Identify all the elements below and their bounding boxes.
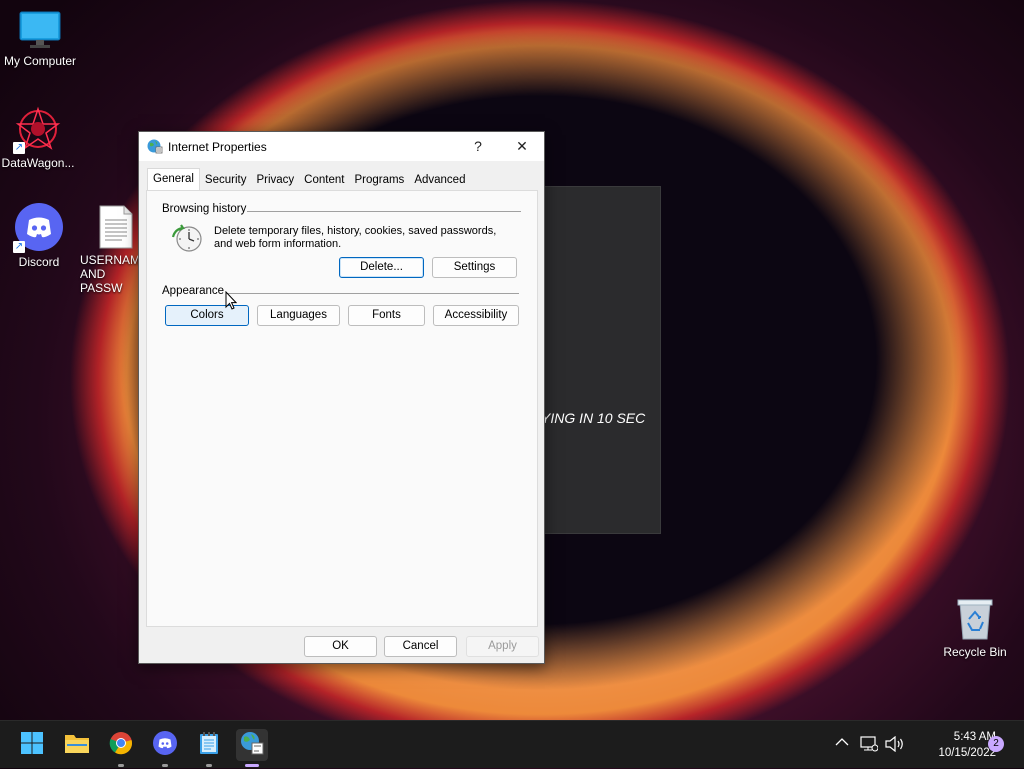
shortcut-arrow-icon: ↗ xyxy=(13,142,25,154)
desktop-icon-label: Recycle Bin xyxy=(943,645,1007,659)
chrome-icon xyxy=(109,731,133,760)
internet-options-icon xyxy=(147,138,163,154)
chevron-up-icon xyxy=(835,737,849,750)
help-button[interactable]: ? xyxy=(456,132,500,161)
show-hidden-icons-button[interactable] xyxy=(833,721,853,769)
clock-time: 5:43 AM xyxy=(953,731,996,743)
taskbar-file-explorer[interactable] xyxy=(61,729,93,761)
running-indicator xyxy=(245,764,259,767)
desktop-icon-label: My Computer xyxy=(3,54,77,68)
languages-button[interactable]: Languages xyxy=(257,305,340,326)
mouse-cursor-icon xyxy=(225,290,238,311)
clock-date: 10/15/2022 xyxy=(938,747,996,759)
accessibility-button[interactable]: Accessibility xyxy=(433,305,519,326)
browsing-history-description: Delete temporary files, history, cookies… xyxy=(214,225,497,250)
text-file-icon xyxy=(98,205,134,249)
datawagon-logo-icon: ↗ xyxy=(13,106,61,154)
discord-icon: ↗ xyxy=(13,203,63,253)
running-indicator xyxy=(206,764,212,767)
cancel-button[interactable]: Cancel xyxy=(384,636,457,657)
desktop-icon-my-computer[interactable]: My Computer xyxy=(0,10,80,68)
desktop-icon-credentials-file[interactable]: USERNAM AND PASSW xyxy=(76,205,142,295)
monitor-icon xyxy=(18,10,62,50)
tab-content[interactable]: Content xyxy=(299,170,349,190)
taskbar-internet-properties[interactable] xyxy=(236,729,268,767)
ok-button[interactable]: OK xyxy=(304,636,377,657)
recycle-bin-icon xyxy=(955,597,995,641)
start-icon xyxy=(20,731,44,760)
clock[interactable]: 5:43 AM 10/15/2022 xyxy=(914,729,996,761)
tab-programs[interactable]: Programs xyxy=(349,170,409,190)
appearance-heading: Appearance xyxy=(162,285,225,297)
internet-properties-icon xyxy=(240,731,264,760)
desktop-icon-recycle-bin[interactable]: Recycle Bin xyxy=(935,597,1015,659)
section-divider xyxy=(247,211,521,212)
taskbar: 5:43 AM 10/15/2022 xyxy=(0,720,1024,768)
clock-history-icon xyxy=(171,223,203,255)
start-button[interactable] xyxy=(16,729,48,761)
internet-properties-dialog: Internet Properties ? ✕ General Security… xyxy=(138,131,545,664)
desktop-icon-datawagon[interactable]: ↗ DataWagon... xyxy=(0,106,78,170)
countdown-text: YING IN 10 SEC xyxy=(541,410,646,426)
network-button[interactable] xyxy=(860,721,880,769)
settings-button[interactable]: Settings xyxy=(432,257,517,278)
tab-security[interactable]: Security xyxy=(200,170,252,190)
taskbar-discord[interactable] xyxy=(149,729,181,767)
file-explorer-icon xyxy=(64,732,90,759)
desktop-icon-label-line1: USERNAM xyxy=(80,253,141,267)
close-button[interactable]: ✕ xyxy=(500,132,544,161)
running-indicator xyxy=(118,764,124,767)
volume-icon xyxy=(885,735,905,755)
running-indicator xyxy=(162,764,168,767)
tab-privacy[interactable]: Privacy xyxy=(251,170,299,190)
general-tab-panel: Browsing history Delete temporary files,… xyxy=(146,190,538,627)
taskbar-chrome[interactable] xyxy=(105,729,137,767)
notepad-icon xyxy=(199,731,219,760)
desktop-icon-label: DataWagon... xyxy=(1,156,75,170)
dialog-titlebar[interactable]: Internet Properties ? ✕ xyxy=(139,132,544,161)
tab-general[interactable]: General xyxy=(147,168,200,192)
desktop-icon-discord[interactable]: ↗ Discord xyxy=(0,203,79,269)
volume-button[interactable] xyxy=(885,721,907,769)
tab-bar: General Security Privacy Content Program… xyxy=(147,168,470,192)
network-icon xyxy=(860,736,879,755)
background-window[interactable]: YING IN 10 SEC xyxy=(540,186,661,534)
browsing-history-heading: Browsing history xyxy=(162,203,247,215)
tab-advanced[interactable]: Advanced xyxy=(409,170,470,190)
desktop-icon-label-line2: AND PASSW xyxy=(80,267,123,295)
desktop-icon-label: Discord xyxy=(18,255,60,269)
delete-button[interactable]: Delete... xyxy=(339,257,424,278)
apply-button[interactable]: Apply xyxy=(466,636,539,657)
dialog-title: Internet Properties xyxy=(168,140,267,154)
taskbar-notepad[interactable] xyxy=(193,729,225,767)
notification-badge[interactable]: 2 xyxy=(988,736,1004,752)
shortcut-arrow-icon: ↗ xyxy=(13,241,25,253)
fonts-button[interactable]: Fonts xyxy=(348,305,425,326)
section-divider xyxy=(227,293,519,294)
discord-icon xyxy=(153,730,177,760)
